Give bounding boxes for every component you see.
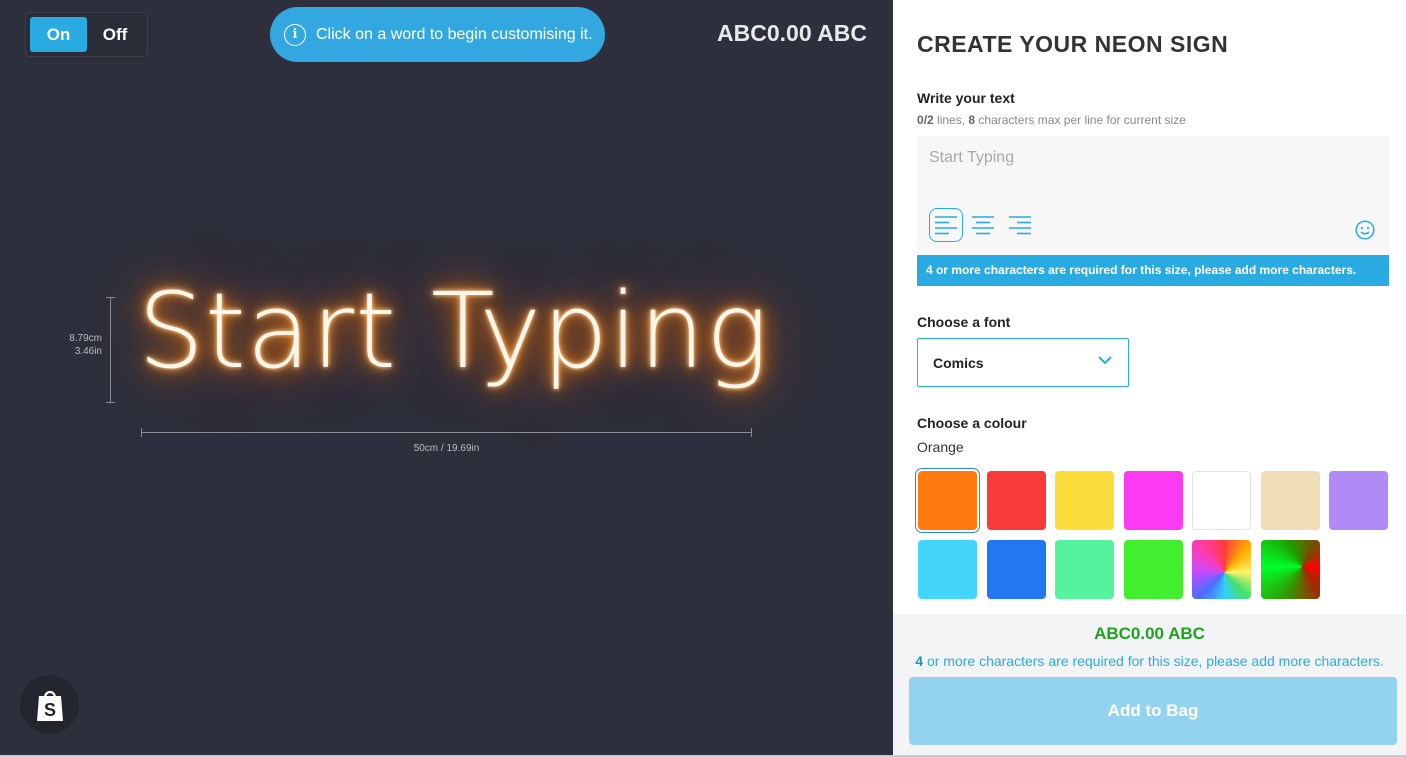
light-toggle[interactable]: On Off xyxy=(25,12,148,57)
height-in: 3.46in xyxy=(74,346,102,357)
colour-swatch-ice-blue[interactable] xyxy=(918,540,977,599)
colour-swatch-mint[interactable] xyxy=(1055,540,1114,599)
choose-colour-label: Choose a colour xyxy=(917,415,1027,431)
lines-max: /2 xyxy=(923,113,934,127)
text-entry-box xyxy=(917,136,1389,256)
smiley-icon xyxy=(1355,220,1375,240)
chars-suffix: characters max per line for current size xyxy=(975,113,1186,127)
preview-price: ABC0.00 ABC xyxy=(717,20,867,46)
colour-swatch-white[interactable] xyxy=(1192,471,1251,530)
footer-min-characters-note: 4 or more characters are required for th… xyxy=(893,653,1406,669)
neon-preview-area: On Off i Click on a word to begin custom… xyxy=(0,0,893,757)
checkout-footer: ABC0.00 ABC 4 or more characters are req… xyxy=(893,614,1406,757)
lines-suffix: lines, xyxy=(933,113,969,127)
panel-title: CREATE YOUR NEON SIGN xyxy=(917,31,1229,57)
align-left-button[interactable] xyxy=(929,208,963,242)
align-right-button[interactable] xyxy=(1003,208,1037,242)
align-center-button[interactable] xyxy=(966,208,1000,242)
colour-swatch-rgb-colour-changing[interactable] xyxy=(1260,540,1320,599)
colour-swatch-red[interactable] xyxy=(986,471,1046,530)
choose-font-label: Choose a font xyxy=(917,314,1011,330)
colour-swatch-warm-white[interactable] xyxy=(1260,471,1320,530)
selected-colour-name: Orange xyxy=(917,439,964,455)
footer-note-count: 4 xyxy=(915,653,924,669)
min-characters-warning: 4 or more characters are required for th… xyxy=(917,255,1389,286)
sign-text-input[interactable] xyxy=(917,136,1389,180)
height-dimension-label: 8.79cm 3.46in xyxy=(52,332,102,358)
shopify-bag-icon: S xyxy=(36,690,63,721)
hint-text: Click on a word to begin customising it. xyxy=(316,25,593,43)
colour-swatch-rainbow[interactable] xyxy=(1192,540,1251,599)
chevron-down-icon xyxy=(1098,356,1112,365)
font-select-value: Comics xyxy=(933,354,984,371)
height-cm: 8.79cm xyxy=(69,333,102,344)
text-limits-info: 0/2 lines, 8 characters max per line for… xyxy=(917,113,1186,127)
colour-swatch-purple[interactable] xyxy=(1329,471,1388,530)
align-left-icon xyxy=(935,216,957,235)
add-to-bag-button[interactable]: Add to Bag xyxy=(909,677,1397,745)
colour-swatch-blue[interactable] xyxy=(986,540,1046,599)
colour-swatch-orange[interactable] xyxy=(915,468,980,533)
footer-note-text: or more characters are required for this… xyxy=(923,653,1384,669)
shopify-button[interactable]: S xyxy=(20,675,79,734)
svg-text:S: S xyxy=(43,700,55,720)
warning-text: or more characters are required for this… xyxy=(932,263,1357,277)
emoji-button[interactable] xyxy=(1355,220,1375,245)
align-center-icon xyxy=(972,216,994,235)
lines-current: 0 xyxy=(917,113,924,127)
customise-hint-banner: i Click on a word to begin customising i… xyxy=(270,7,605,62)
toggle-on-button[interactable]: On xyxy=(30,17,87,52)
align-right-icon xyxy=(1009,216,1031,235)
width-dimension-label: 50cm / 19.69in xyxy=(413,443,480,454)
colour-swatch-yellow[interactable] xyxy=(1055,471,1114,530)
configurator-panel: CREATE YOUR NEON SIGN Write your text 0/… xyxy=(893,0,1406,757)
colour-swatch-pink[interactable] xyxy=(1123,471,1183,530)
info-icon: i xyxy=(284,23,306,46)
total-price: ABC0.00 ABC xyxy=(1094,624,1205,643)
height-dimension-line xyxy=(106,297,115,403)
font-select[interactable]: Comics xyxy=(917,338,1129,387)
toggle-off-button[interactable]: Off xyxy=(87,17,143,52)
neon-sign-text[interactable]: Start Typing xyxy=(138,270,769,392)
write-text-label: Write your text xyxy=(917,90,1015,106)
colour-swatch-green[interactable] xyxy=(1123,540,1183,599)
width-dimension-line xyxy=(141,428,752,437)
warning-count: 4 xyxy=(926,263,933,277)
